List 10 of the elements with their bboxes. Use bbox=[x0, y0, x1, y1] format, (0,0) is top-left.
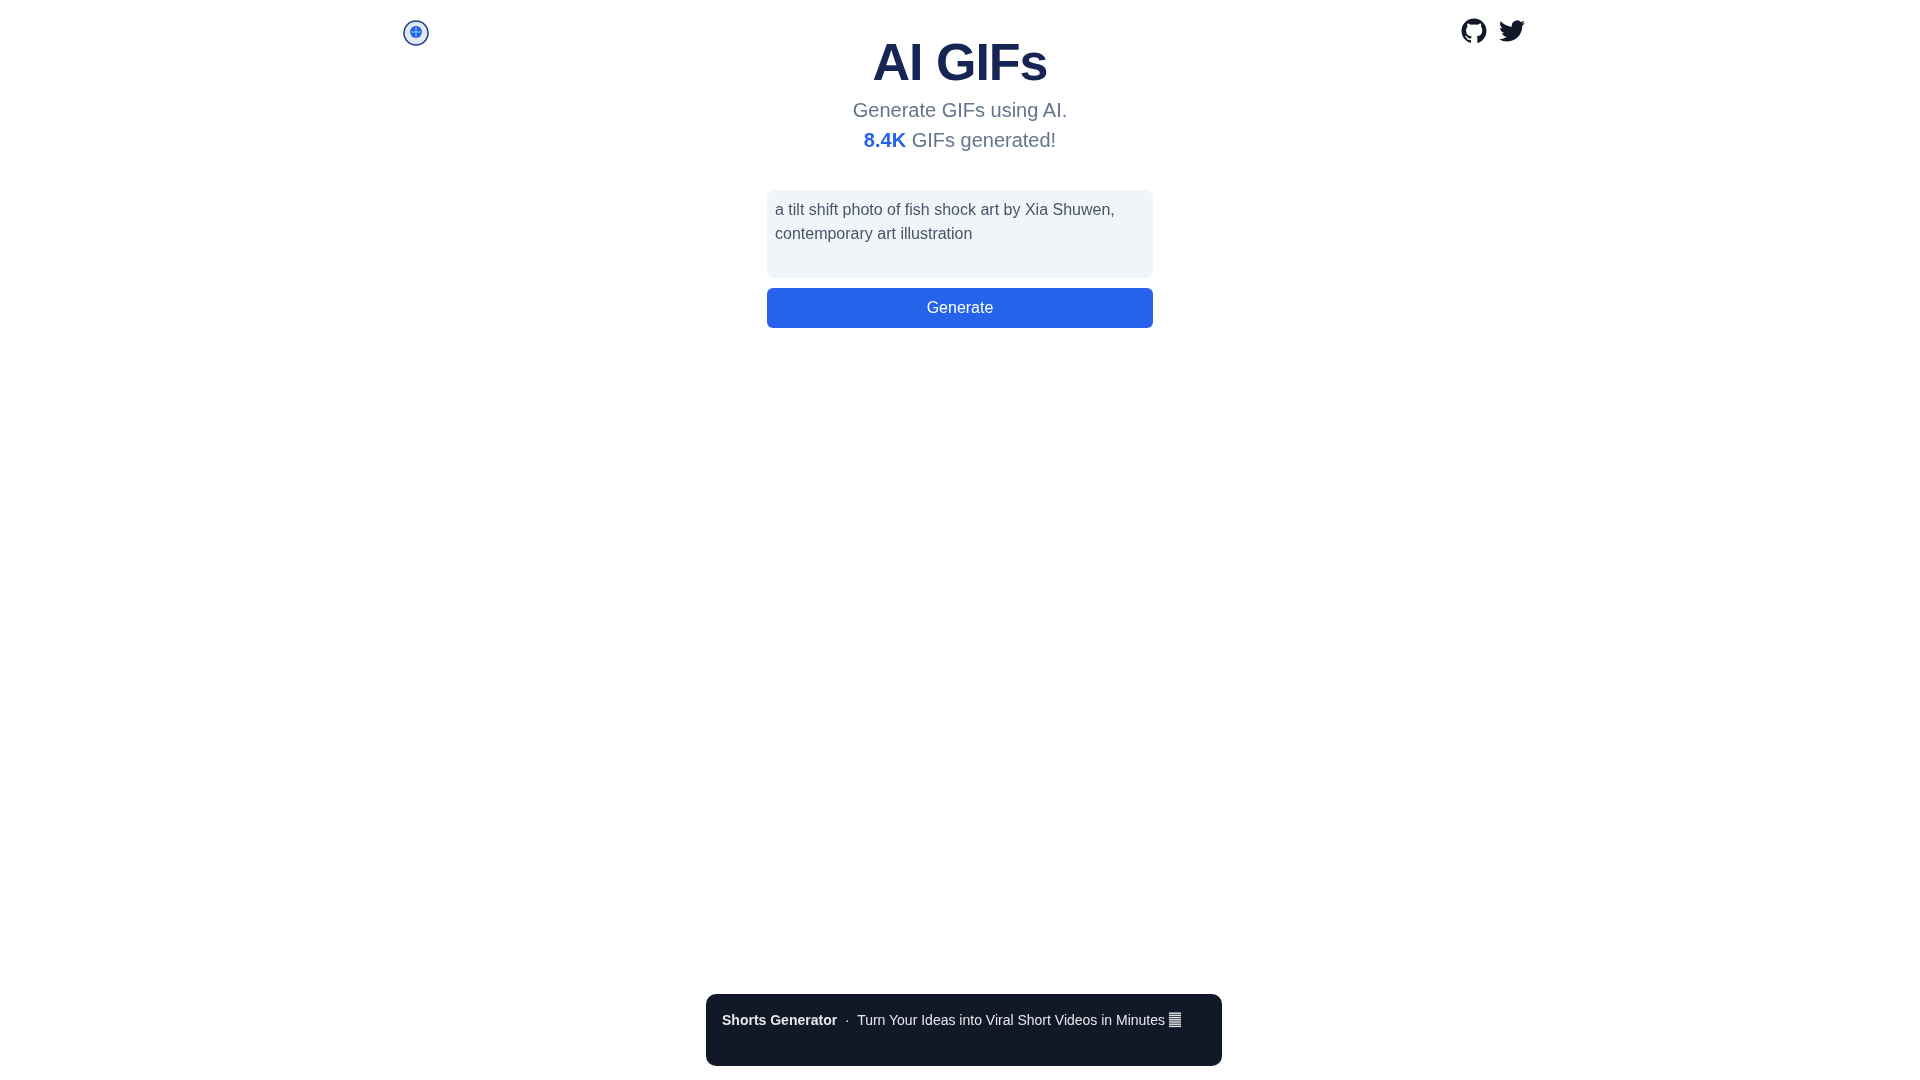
logo-icon[interactable] bbox=[403, 20, 429, 46]
bars-icon bbox=[1169, 1012, 1182, 1028]
page-title: AI GIFs bbox=[872, 32, 1048, 93]
generate-button[interactable]: Generate bbox=[767, 288, 1153, 328]
subtitle: Generate GIFs using AI. bbox=[852, 98, 1068, 123]
bird-icon[interactable] bbox=[1499, 20, 1525, 42]
promo-banner[interactable]: Shorts Generator · Turn Your Ideas into Viral Short Videos in Minutes bbox=[706, 994, 1222, 1066]
generated-count: 8.4K GIFs generated! bbox=[863, 128, 1057, 153]
github-icon[interactable] bbox=[1461, 18, 1487, 44]
prompt-field[interactable]: a tilt shift photo of fish shock art by Xia Shuwen, contemporary art illustration bbox=[767, 190, 1153, 278]
